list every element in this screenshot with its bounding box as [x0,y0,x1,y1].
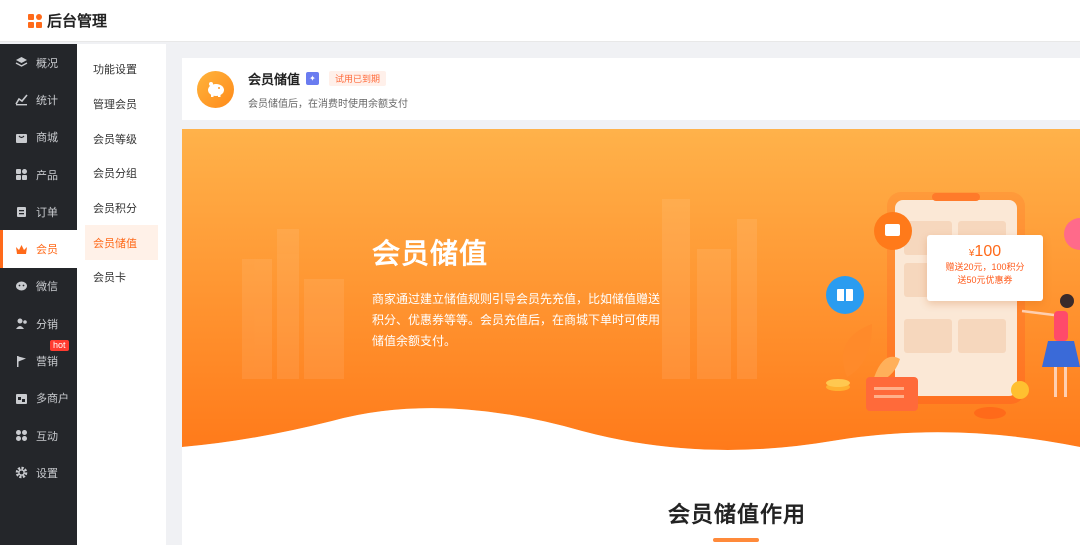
subnav-item-member-stored-value[interactable]: 会员储值 [85,225,158,261]
trial-status-badge: 试用已到期 [329,70,387,86]
hot-badge: hot [50,340,69,352]
top-bar: 后台管理 [0,0,1080,42]
sidebar-item-label: 设置 [36,467,58,480]
users-icon [15,317,28,330]
subnav-item-feature-settings[interactable]: 功能设置 [85,52,158,87]
chart-icon [15,93,28,106]
subnav-item-manage-members[interactable]: 管理会员 [85,87,158,122]
wechat-icon [15,280,28,293]
sidebar-item-marketing[interactable]: hot 营销 [0,340,77,379]
sidebar-item-label: 产品 [36,169,58,182]
sidebar-item-mall[interactable]: 商城 [0,119,77,156]
coupon-line-2: 送50元优惠券 [957,275,1013,285]
coupon-amount: 100 [974,243,1002,260]
section-title: 会员储值作用 [668,502,807,527]
subnav-item-member-levels[interactable]: 会员等级 [85,121,158,156]
clipboard-icon [15,205,28,218]
sidebar-item-orders[interactable]: 订单 [0,193,77,230]
sidebar-item-overview[interactable]: 概况 [0,44,77,81]
sidebar-item-label: 商城 [36,132,58,145]
sidebar-item-label: 订单 [36,206,58,219]
gear-icon [15,466,28,479]
page-subtitle: 会员储值后，在消费时使用余额支付 [248,98,408,110]
banner-title: 会员储值 [372,238,489,269]
main-sidebar: 概况 统计 商城 产品 订单 会员 微信 分销 hot 营销 多商户 互动 设置 [0,44,77,545]
banner-description: 商家通过建立储值规则引导会员先充值，比如储值赠送积分、优惠券等等。会员充值后，在… [372,292,661,348]
subnav-item-member-points[interactable]: 会员积分 [85,191,158,226]
apps-icon [15,429,28,442]
sidebar-item-label: 互动 [36,430,58,443]
sidebar-item-settings[interactable]: 设置 [0,454,77,491]
hero-banner: 会员储值 商家通过建立储值规则引导会员先充值，比如储值赠送积分、优惠券等等。会员… [182,129,1080,545]
sidebar-item-wechat[interactable]: 微信 [0,268,77,305]
coupon-line-1: 赠送20元，100积分 [945,262,1025,272]
sidebar-item-stats[interactable]: 统计 [0,81,77,118]
sidebar-item-members[interactable]: 会员 [0,230,77,269]
grid-icon [15,168,28,181]
sidebar-item-multi-merchant[interactable]: 多商户 [0,380,77,417]
layers-icon [15,56,28,69]
page-title: 会员储值 [248,71,301,87]
app-logo-icon [28,13,42,28]
member-subnav: 功能设置 管理会员 会员等级 会员分组 会员积分 会员储值 会员卡 [77,44,166,545]
piggy-bank-icon [197,70,234,108]
sidebar-item-label: 营销 [36,356,58,369]
flag-icon [15,355,28,368]
sidebar-item-products[interactable]: 产品 [0,156,77,193]
stored-value-coupon-card: ¥100 赠送20元，100积分 送50元优惠券 [927,235,1043,301]
sidebar-item-label: 概况 [36,57,58,70]
sidebar-item-label: 微信 [36,281,58,294]
sidebar-item-label: 分销 [36,318,58,331]
store-icon [15,131,28,144]
sidebar-item-label: 多商户 [36,393,69,406]
sidebar-item-distribution[interactable]: 分销 [0,305,77,342]
sidebar-item-label: 会员 [36,244,58,257]
section-title-underline [713,538,759,542]
sidebar-item-label: 统计 [36,94,58,107]
sidebar-item-interaction[interactable]: 互动 [0,417,77,454]
subnav-item-member-groups[interactable]: 会员分组 [85,156,158,191]
subnav-item-member-card[interactable]: 会员卡 [85,260,158,295]
app-title: 后台管理 [47,13,108,30]
vip-icon: ✦ [306,71,320,85]
feature-header-card: 会员储值 ✦ 试用已到期 会员储值后，在消费时使用余额支付 [182,58,1080,120]
crown-icon [15,243,28,256]
shop-icon [15,392,28,405]
